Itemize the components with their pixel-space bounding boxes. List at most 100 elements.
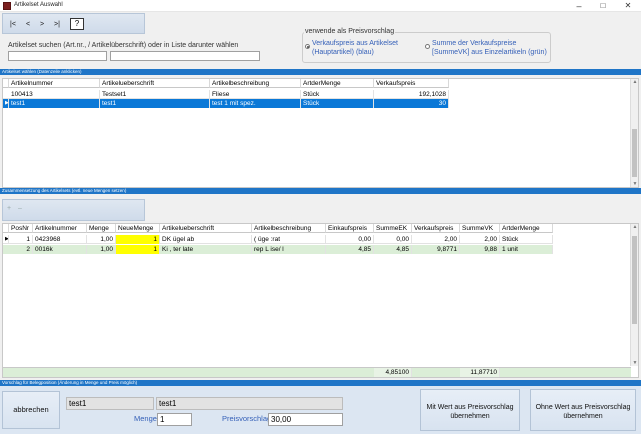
cell-neue-menge[interactable]: 1 <box>116 235 160 244</box>
title-bar: Artikelset Auswahl – □ ✕ <box>0 0 641 12</box>
table-row[interactable]: 2 0016k 1,00 1 Ki , ter late rep L ise/ … <box>3 245 553 254</box>
next-record-icon[interactable]: > <box>37 19 47 30</box>
proposal-panel: abbrechen test1 test1 Menge Preisvorschl… <box>0 386 641 434</box>
cell-desc: rep L ise/ l <box>252 245 326 254</box>
previous-record-icon[interactable]: < <box>23 19 33 30</box>
cell-unit: 1 unit <box>500 245 553 254</box>
cell-sum-ek: 4,85 <box>374 245 412 254</box>
cell-title: DK ügel ab <box>160 235 252 244</box>
cell-title: Ki , ter late <box>160 245 252 254</box>
column-header[interactable]: ArtderMenge <box>500 224 553 233</box>
cell-desc: Fliese <box>210 90 301 99</box>
selected-artnr: test1 <box>66 397 154 410</box>
cell-artnr: 100413 <box>9 90 100 99</box>
radio-label-2b[interactable]: [SummeVK] aus Einzelartikeln (grün) <box>432 49 547 56</box>
radio-label-2[interactable]: Summe der Verkaufspreise <box>432 40 516 47</box>
column-header[interactable]: Artikelnummer <box>33 224 87 233</box>
cell-title: test1 <box>100 99 210 108</box>
close-button[interactable]: ✕ <box>619 0 637 12</box>
column-header[interactable]: Verkaufspreis <box>412 224 460 233</box>
cell-neue-menge[interactable]: 1 <box>116 245 160 254</box>
apply-with-value-label-1: Mit Wert aus Preisvorschlag <box>426 404 514 411</box>
table-row[interactable]: 100413 Testset1 Fliese Stück 192,1028 <box>3 90 449 99</box>
column-header[interactable]: Artikelbeschreibung <box>252 224 326 233</box>
vertical-scrollbar[interactable]: ▲ ▼ <box>630 79 638 187</box>
cell-artnr: 0016k <box>33 245 87 254</box>
scroll-down-icon[interactable]: ▼ <box>631 360 639 366</box>
apply-with-value-label-2: übernehmen <box>450 413 490 420</box>
last-record-icon[interactable]: >| <box>51 19 63 30</box>
search-input-name[interactable] <box>110 51 260 61</box>
navigation-toolbar: |< < > >| ? <box>2 13 145 34</box>
column-header[interactable]: Einkaufspreis <box>326 224 374 233</box>
maximize-button[interactable]: □ <box>594 0 612 12</box>
totals-row: 4,85100 11,87710 <box>3 367 631 377</box>
cell-vk: 9,8771 <box>412 245 460 254</box>
composition-toolbar: + – <box>2 199 145 221</box>
cell-menge: 1,00 <box>87 245 116 254</box>
section-bar-composition: Zusammensetzung des Artikelsets (evtl. n… <box>0 188 641 194</box>
cell-unit: Stück <box>301 99 374 108</box>
scroll-thumb[interactable] <box>632 236 637 324</box>
column-header[interactable]: ArtderMenge <box>301 79 374 88</box>
cell-price: 30 <box>374 99 449 108</box>
column-header[interactable]: Menge <box>87 224 116 233</box>
apply-without-value-label-1: Ohne Wert aus Preisvorschlag <box>535 404 631 411</box>
sets-grid: Artikelnummer Artikelueberschrift Artike… <box>2 78 639 188</box>
total-sum-vk: 11,87710 <box>460 368 500 377</box>
minimize-button[interactable]: – <box>570 0 588 12</box>
column-header[interactable]: SummeVK <box>460 224 500 233</box>
selected-name: test1 <box>156 397 343 410</box>
apply-without-value-label-2: übernehmen <box>563 413 603 420</box>
column-header[interactable]: SummeEK <box>374 224 412 233</box>
search-label: Artikelset suchen (Art.nr., / Artikelübe… <box>8 42 239 49</box>
cell-ek: 0,00 <box>326 235 374 244</box>
section-bar-set-selection: Artikelset wählen (Datenzeile anklicken) <box>0 69 641 75</box>
radio-label-1b[interactable]: (Hauptartikel) (blau) <box>312 49 374 56</box>
cancel-button[interactable]: abbrechen <box>2 391 60 429</box>
add-icon[interactable]: + <box>7 205 15 212</box>
apply-with-value-button[interactable]: Mit Wert aus Preisvorschlag übernehmen <box>420 389 520 431</box>
column-header[interactable]: Verkaufspreis <box>374 79 449 88</box>
components-grid: PosNr Artikelnummer Menge NeueMenge Arti… <box>2 223 639 378</box>
remove-icon[interactable]: – <box>18 205 26 212</box>
cell-ek: 4,85 <box>326 245 374 254</box>
column-header[interactable]: NeueMenge <box>116 224 160 233</box>
apply-without-value-button[interactable]: Ohne Wert aus Preisvorschlag übernehmen <box>530 389 636 431</box>
window-title: Artikelset Auswahl <box>14 2 63 8</box>
menge-label: Menge <box>134 414 157 423</box>
help-icon[interactable]: ? <box>70 18 84 30</box>
scroll-thumb[interactable] <box>632 129 637 177</box>
cell-sum-ek: 0,00 <box>374 235 412 244</box>
preisvorschlag-label: Preisvorschlag <box>222 414 272 423</box>
column-header[interactable]: Artikelbeschreibung <box>210 79 301 88</box>
column-header[interactable]: Artikelueberschrift <box>160 224 252 233</box>
price-source-legend: verwende als Preisvorschlag <box>304 28 396 35</box>
column-header[interactable]: Artikelnummer <box>9 79 100 88</box>
first-record-icon[interactable]: |< <box>7 19 19 30</box>
cell-unit: Stück <box>500 235 553 244</box>
cell-desc: ( üge :rat <box>252 235 326 244</box>
scroll-up-icon[interactable]: ▲ <box>631 224 639 230</box>
app-icon <box>3 2 11 10</box>
menge-input[interactable] <box>157 413 192 426</box>
total-sum-ek: 4,85100 <box>374 368 412 377</box>
radio-verkaufspreis-set[interactable] <box>305 44 310 49</box>
cell-vk: 2,00 <box>412 235 460 244</box>
table-row-selected[interactable]: ▶ test1 test1 test 1 mit spez. Stück 30 <box>3 99 449 108</box>
table-row[interactable]: ▶ 1 0423968 1,00 1 DK ügel ab ( üge :rat… <box>3 235 553 244</box>
scroll-up-icon[interactable]: ▲ <box>631 79 639 85</box>
radio-label-1[interactable]: Verkaufspreis aus Artikelset <box>312 40 398 47</box>
vertical-scrollbar[interactable]: ▲ ▼ <box>630 224 638 366</box>
cell-price: 192,1028 <box>374 90 449 99</box>
search-input-artnr[interactable] <box>8 51 107 61</box>
cell-title: Testset1 <box>100 90 210 99</box>
scroll-down-icon[interactable]: ▼ <box>631 181 639 187</box>
column-header[interactable]: PosNr <box>9 224 33 233</box>
cell-artnr: 0423968 <box>33 235 87 244</box>
cell-posnr: 1 <box>9 235 33 244</box>
radio-summe-verkaufspreise[interactable] <box>425 44 430 49</box>
column-header[interactable]: Artikelueberschrift <box>100 79 210 88</box>
cell-artnr: test1 <box>9 99 100 108</box>
preisvorschlag-input[interactable] <box>268 413 343 426</box>
